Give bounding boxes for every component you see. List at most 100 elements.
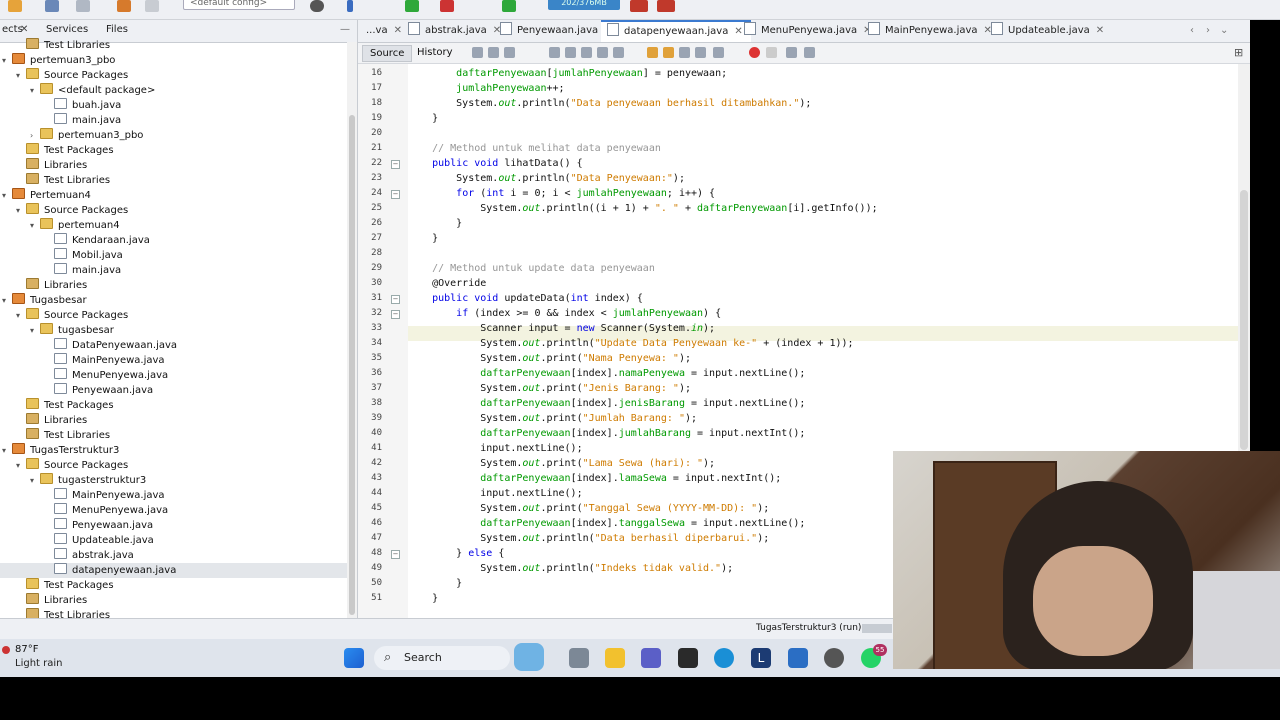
search-box[interactable] [374,646,510,670]
uncomment-icon[interactable] [804,47,815,58]
tree-node[interactable]: Test Libraries [0,428,347,443]
code-line[interactable]: daftarPenyewaan[index].tanggalSewa = inp… [408,516,805,531]
open-project-icon[interactable] [45,0,59,12]
tree-file-item[interactable]: datapenyewaan.java [0,563,347,578]
tree-node[interactable]: ▾ TugasTerstruktur3 [0,443,347,458]
debug-icon[interactable] [440,0,454,12]
scroll-tabs-left-icon[interactable]: ‹ [1190,25,1194,36]
tree-node[interactable]: ▾ Tugasbesar [0,293,347,308]
chrome-icon[interactable] [824,648,844,668]
gc2-icon[interactable] [657,0,675,12]
redo-icon[interactable] [145,0,159,12]
tree-file-item[interactable]: MainPenyewa.java [0,488,347,503]
forward-icon[interactable] [504,47,515,58]
fold-toggle-icon[interactable]: − [391,310,400,319]
code-line[interactable]: } [408,216,462,231]
tree-file-item[interactable]: MenuPenyewa.java [0,368,347,383]
expand-toggle-icon[interactable]: ▾ [16,458,24,473]
split-icon[interactable]: ⊞ [1234,46,1243,59]
profile-icon[interactable] [502,0,516,12]
code-line[interactable]: daftarPenyewaan[index].jenisBarang = inp… [408,396,805,411]
editor-tab[interactable]: datapenyewaan.java ✕ [601,20,751,42]
start-icon[interactable] [344,648,364,668]
prev-bookmark-icon[interactable] [647,47,658,58]
source-tab[interactable]: Source [362,45,413,62]
code-line[interactable]: System.out.print("Tanggal Sewa (YYYY-MM-… [408,501,769,516]
code-line[interactable]: System.out.println("Data penyewaan berha… [408,96,811,111]
stop-macro-icon[interactable] [766,47,777,58]
config-select[interactable]: <default config> [183,0,295,10]
code-line[interactable]: // Method untuk update data penyewaan [408,261,655,276]
task-view-icon[interactable] [569,648,589,668]
editor-tab[interactable]: MainPenyewa.java ✕ [862,20,1000,42]
undo-icon[interactable] [117,0,131,12]
tree-file-item[interactable]: Penyewaan.java [0,518,347,533]
tree-file-item[interactable]: Penyewaan.java [0,383,347,398]
tree-file-item[interactable]: DataPenyewaan.java [0,338,347,353]
code-line[interactable]: if (index >= 0 && index < jumlahPenyewaa… [408,306,721,321]
code-line[interactable]: public void updateData(int index) { [408,291,643,306]
lenovo-icon[interactable]: L [751,648,771,668]
fold-toggle-icon[interactable]: − [391,160,400,169]
back-icon[interactable] [488,47,499,58]
code-line[interactable]: daftarPenyewaan[jumlahPenyewaan] = penye… [408,66,727,81]
code-line[interactable]: for (int i = 0; i < jumlahPenyewaan; i++… [408,186,715,201]
code-line[interactable]: } [408,591,438,606]
find-next-icon[interactable] [581,47,592,58]
tree-node[interactable]: Test Libraries [0,173,347,188]
comment-icon[interactable] [786,47,797,58]
teams-icon[interactable] [641,648,661,668]
tree-file-item[interactable]: Kendaraan.java [0,233,347,248]
weather-desc[interactable]: Light rain [15,658,63,669]
code-line[interactable]: } [408,111,438,126]
tree-node[interactable]: Libraries [0,593,347,608]
expand-toggle-icon[interactable]: ▾ [16,203,24,218]
record-macro-icon[interactable] [749,47,760,58]
last-edit-icon[interactable] [472,47,483,58]
code-line[interactable]: input.nextLine(); [408,441,582,456]
tree-node[interactable]: ▾ tugasterstruktur3 [0,473,347,488]
code-line[interactable]: System.out.print("Nama Penyewa: "); [408,351,691,366]
tree-node[interactable]: ▾ pertemuan4 [0,218,347,233]
tree-node[interactable]: ▾ Source Packages [0,458,347,473]
expand-toggle-icon[interactable]: › [30,128,38,143]
editor-scrollbar-thumb[interactable] [1240,190,1248,450]
tree-file-item[interactable]: Updateable.java [0,533,347,548]
editor-tab[interactable]: MenuPenyewa.java✕ [738,20,880,42]
expand-toggle-icon[interactable]: ▾ [16,308,24,323]
expand-toggle-icon[interactable]: ▾ [2,188,10,203]
expand-toggle-icon[interactable]: ▾ [2,293,10,308]
memory-indicator[interactable]: 202/376MB [548,0,620,10]
close-icon[interactable]: ✕ [1096,25,1104,36]
fold-toggle-icon[interactable]: − [391,550,400,559]
edge-icon[interactable] [714,648,734,668]
tree-file-item[interactable]: MenuPenyewa.java [0,503,347,518]
code-line[interactable]: public void lihatData() { [408,156,583,171]
tree-file-item[interactable]: MainPenyewa.java [0,353,347,368]
gc-icon[interactable] [630,0,648,12]
find-prev-icon[interactable] [565,47,576,58]
tree-node[interactable]: ▾ <default package> [0,83,347,98]
expand-toggle-icon[interactable]: ▾ [2,443,10,458]
tree-node[interactable]: Libraries [0,278,347,293]
store-icon[interactable] [678,648,698,668]
tab-list-icon[interactable]: ⌄ [1220,25,1228,36]
tree-node[interactable]: ▾ Source Packages [0,68,347,83]
code-line[interactable]: jumlahPenyewaan++; [408,81,564,96]
tree-node[interactable]: ▾ tugasbesar [0,323,347,338]
code-line[interactable]: System.out.println((i + 1) + ". " + daft… [408,201,877,216]
code-line[interactable]: daftarPenyewaan[index].lamaSewa = input.… [408,471,781,486]
find-icon[interactable] [549,47,560,58]
close-icon[interactable]: ✕ [394,25,402,36]
shift-left-icon[interactable] [695,47,706,58]
code-line[interactable]: System.out.println("Data berhasil diperb… [408,531,769,546]
code-line[interactable]: } [408,576,462,591]
tree-node[interactable]: Test Packages [0,578,347,593]
tree-file-item[interactable]: buah.java [0,98,347,113]
tree-file-item[interactable]: main.java [0,113,347,128]
build-icon[interactable] [310,0,324,12]
clean-build-icon[interactable] [347,0,353,12]
netbeans-icon[interactable] [788,648,808,668]
tree-node[interactable]: ▾ Source Packages [0,203,347,218]
tree-node[interactable]: ▾ Pertemuan4 [0,188,347,203]
